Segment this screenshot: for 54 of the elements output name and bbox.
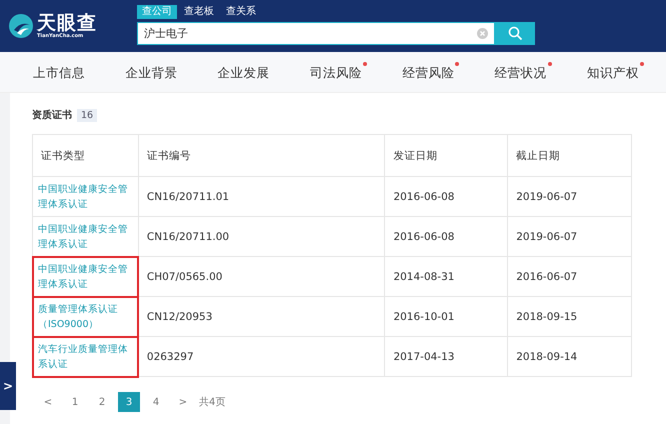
table-cell: 2016-06-07 [508, 256, 632, 296]
section-title: 资质证书 [32, 108, 72, 122]
search-icon [508, 26, 522, 41]
table-cell: CN16/20711.01 [138, 176, 385, 216]
table-cell: 2017-04-13 [384, 336, 508, 376]
table-cell: 0263297 [138, 336, 385, 376]
page-button[interactable]: 2 [91, 392, 113, 412]
logo-icon [8, 13, 34, 39]
certificate-link[interactable]: 中国职业健康安全管理体系认证 [32, 216, 138, 256]
table-cell: 2016-06-08 [384, 216, 508, 256]
search-button[interactable] [495, 22, 535, 45]
clear-icon[interactable] [477, 28, 488, 39]
certificate-link[interactable]: 质量管理体系认证（ISO9000） [32, 296, 138, 336]
nav-item[interactable]: 企业背景 [125, 62, 182, 82]
table-cell: 2018-09-15 [508, 296, 632, 336]
column-header: 截止日期 [508, 134, 632, 176]
table-cell: 2019-06-07 [508, 216, 632, 256]
previous-page-button[interactable]: < [37, 392, 59, 412]
certificate-link[interactable]: 中国职业健康安全管理体系认证 [32, 176, 138, 216]
logo-text: 天眼查 [37, 12, 97, 32]
page-button[interactable]: 3 [118, 392, 140, 412]
notification-dot [548, 62, 552, 66]
page-button[interactable]: 1 [64, 392, 86, 412]
certificate-link[interactable]: 汽车行业质量管理体系认证 [32, 336, 138, 376]
column-header: 发证日期 [384, 134, 508, 176]
nav-item[interactable]: 司法风险 [310, 62, 367, 82]
search-field[interactable]: 沪士电子 [137, 22, 495, 45]
next-page-button[interactable]: > [172, 392, 194, 412]
nav-item[interactable]: 经营状况 [494, 62, 552, 82]
table-cell: CH07/0565.00 [138, 256, 385, 296]
search-tab[interactable]: 查公司 [137, 5, 177, 19]
nav-item[interactable]: 上市信息 [33, 62, 90, 82]
table-cell: 2016-06-08 [384, 176, 508, 216]
search-tab[interactable]: 查老板 [179, 5, 219, 19]
nav-item[interactable]: 经营风险 [402, 62, 460, 82]
nav-item[interactable]: 知识产权 [586, 62, 644, 82]
column-header: 证书编号 [138, 134, 385, 176]
notification-dot [640, 62, 644, 66]
side-expand-button[interactable]: > [0, 362, 16, 410]
certificate-link[interactable]: 中国职业健康安全管理体系认证 [32, 256, 138, 296]
table-cell: CN16/20711.00 [138, 216, 385, 256]
search-tab[interactable]: 查关系 [221, 5, 261, 19]
page-total: 共4页 [199, 396, 226, 409]
count-badge: 16 [77, 108, 98, 122]
table-cell: CN12/20953 [138, 296, 385, 336]
nav-item[interactable]: 企业发展 [218, 62, 275, 82]
page-button[interactable]: 4 [145, 392, 167, 412]
table-cell: 2019-06-07 [508, 176, 632, 216]
notification-dot [362, 62, 367, 66]
table-cell: 2018-09-14 [508, 336, 632, 376]
table-cell: 2016-10-01 [384, 296, 508, 336]
notification-dot [455, 62, 460, 66]
table-cell: 2014-08-31 [384, 256, 508, 296]
column-header: 证书类型 [32, 134, 138, 176]
